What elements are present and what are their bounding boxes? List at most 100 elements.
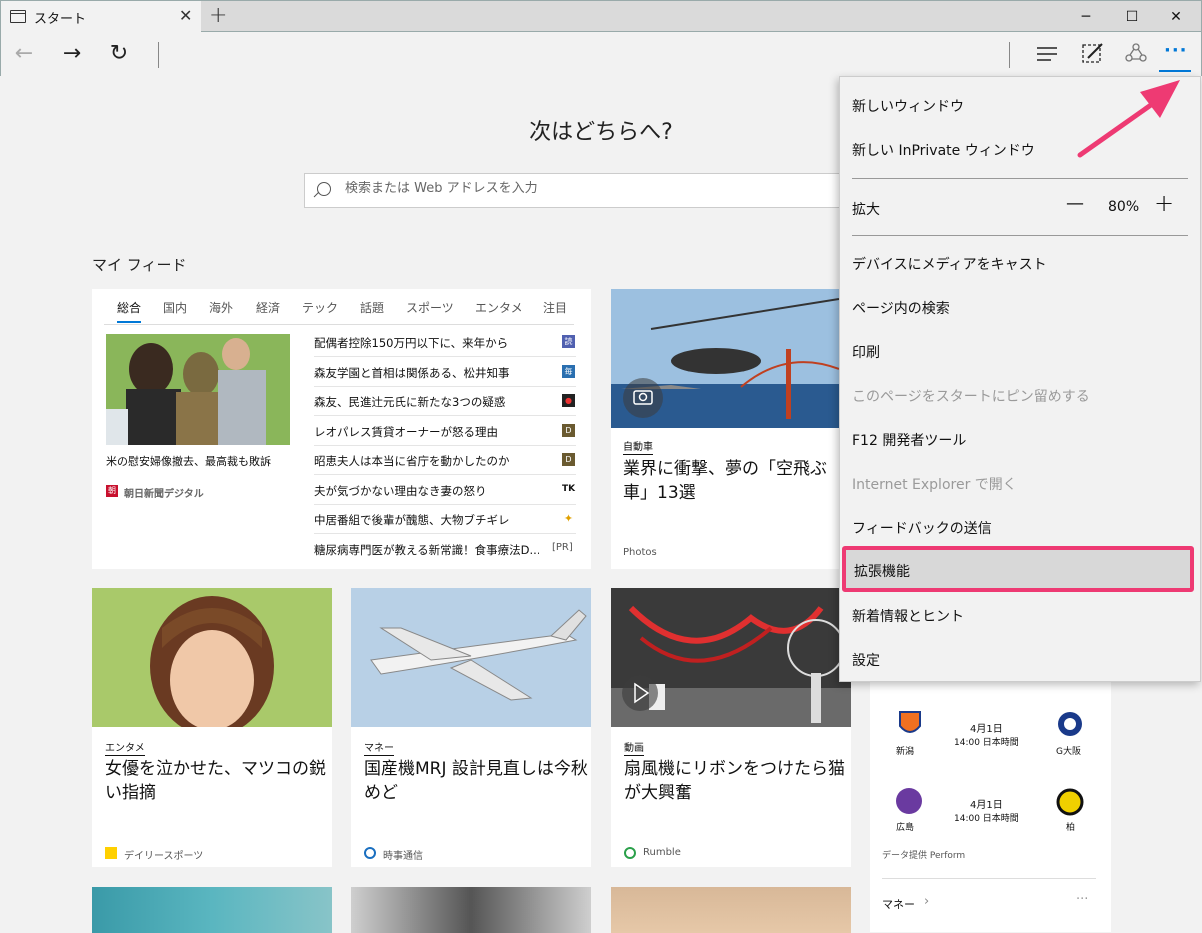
hiroshima-logo-icon	[896, 788, 922, 814]
divider	[314, 386, 576, 387]
source-badge: ✦	[562, 512, 575, 525]
separator	[158, 42, 159, 68]
feature-source: Photos	[623, 547, 657, 558]
close-window-button[interactable]: ✕	[1153, 1, 1199, 33]
niigata-logo-icon	[899, 711, 921, 733]
menu-feedback[interactable]: フィードバックの送信	[852, 518, 992, 538]
pr-badge: [PR]	[552, 542, 573, 553]
divider	[314, 474, 576, 475]
card-source: Rumble	[643, 847, 681, 858]
menu-cast[interactable]: デバイスにメディアをキャスト	[852, 254, 1047, 274]
page-icon	[10, 10, 26, 23]
menu-find[interactable]: ページ内の検索	[852, 298, 950, 318]
card-category: エンタメ	[105, 739, 145, 756]
headline-item[interactable]: 中居番組で後輩が醜態、大物ブチギレ	[314, 512, 544, 528]
kashiwa-logo-icon	[1056, 788, 1084, 816]
tab-domestic[interactable]: 国内	[163, 299, 187, 316]
lead-photo	[106, 334, 290, 445]
headline-item[interactable]: 森友学園と首相は関係ある、松井知事	[314, 365, 544, 381]
tab-title: スタート	[34, 12, 87, 27]
forward-button[interactable]: →	[55, 38, 89, 70]
away-team: 柏	[1066, 823, 1076, 833]
divider	[882, 878, 1096, 879]
match-time: 14:00 日本時間	[954, 738, 1019, 748]
tab-tech[interactable]: テック	[302, 299, 338, 316]
news-tabs: 総合 国内 海外 経済 テック 話題 スポーツ エンタメ 注目	[104, 299, 574, 325]
match-date: 4月1日	[970, 800, 1003, 811]
headline-item[interactable]: 糖尿病専門医が教える新常識！食事療法D...	[314, 542, 539, 558]
tab-close-icon[interactable]: ✕	[179, 6, 192, 25]
daily-sports-icon	[105, 847, 117, 859]
tab-sports[interactable]: スポーツ	[406, 299, 454, 316]
share-icon[interactable]	[1125, 42, 1147, 64]
maximize-button[interactable]: ☐	[1109, 1, 1155, 33]
menu-divider	[852, 178, 1188, 179]
headline-item[interactable]: 昭恵夫人は本当に省庁を動かしたのか	[314, 453, 544, 469]
news-card-video[interactable]: 動画 扇風機にリボンをつけたら猫が大興奮 Rumble	[611, 588, 851, 867]
card-title[interactable]: 国産機MRJ 設計見直しは今秋めど	[364, 757, 591, 805]
more-options-icon[interactable]: ···	[1076, 892, 1088, 907]
refresh-button[interactable]: ↻	[102, 38, 136, 70]
feature-image	[611, 289, 839, 428]
headline-item[interactable]: 配偶者控除150万円以下に、来年から	[314, 335, 544, 351]
new-tab-button[interactable]: +	[209, 3, 227, 28]
menu-settings[interactable]: 設定	[852, 650, 880, 670]
news-card-entertainment[interactable]: エンタメ 女優を泣かせた、マツコの鋭い指摘 デイリースポーツ	[92, 588, 332, 867]
hub-icon[interactable]	[1037, 46, 1057, 62]
menu-new-inprivate[interactable]: 新しい InPrivate ウィンドウ	[852, 140, 1035, 160]
news-card-partial[interactable]	[611, 887, 851, 933]
menu-whats-new[interactable]: 新着情報とヒント	[852, 606, 964, 626]
headline-item[interactable]: 夫が気づかない理由なき妻の怒り	[314, 483, 544, 499]
web-note-icon[interactable]	[1082, 42, 1104, 64]
chevron-right-icon: ›	[924, 894, 930, 909]
lead-story-source: 朝日新聞デジタル	[124, 489, 204, 500]
menu-pin: このページをスタートにピン留めする	[852, 389, 1090, 405]
search-box[interactable]	[304, 173, 864, 208]
lead-story-caption[interactable]: 米の慰安婦像撤去、最高裁も敗訴	[106, 453, 271, 469]
lead-story-image[interactable]	[106, 334, 290, 445]
money-section-link[interactable]: マネー	[882, 896, 915, 912]
search-input[interactable]	[345, 181, 845, 196]
back-button[interactable]: ←	[7, 38, 41, 70]
zoom-out-button[interactable]: —	[1066, 193, 1084, 214]
tab-featured[interactable]: 注目	[543, 299, 567, 316]
tab-entertainment[interactable]: エンタメ	[475, 299, 523, 316]
news-card-money[interactable]: マネー 国産機MRJ 設計見直しは今秋めど 時事通信	[351, 588, 591, 867]
source-badge: D	[562, 424, 575, 437]
headline-item[interactable]: レオパレス賃貸オーナーが怒る理由	[314, 424, 544, 440]
tab-start[interactable]: スタート ✕	[1, 1, 201, 33]
source-badge: 読	[562, 335, 575, 348]
news-card-partial[interactable]	[351, 887, 591, 933]
more-button[interactable]: ···	[1164, 40, 1188, 61]
menu-new-window[interactable]: 新しいウィンドウ	[852, 96, 964, 116]
zoom-in-button[interactable]: +	[1154, 189, 1174, 217]
tab-general[interactable]: 総合	[117, 299, 142, 323]
annotation-arrow	[1077, 80, 1180, 158]
feature-title[interactable]: 業界に衝撃、夢の「空飛ぶ車」13選	[623, 457, 833, 505]
divider	[314, 533, 576, 534]
menu-devtools[interactable]: F12 開発者ツール	[852, 430, 966, 450]
extensions-highlight[interactable]: 拡張機能	[842, 546, 1194, 592]
feature-card[interactable]: 自動車 業界に衝撃、夢の「空飛ぶ車」13選 Photos	[611, 289, 839, 569]
divider	[314, 356, 576, 357]
source-badge: TK	[562, 483, 576, 496]
menu-extensions[interactable]: 拡張機能	[854, 561, 910, 581]
asahi-logo-icon: 朝	[106, 485, 118, 497]
news-card-partial[interactable]	[92, 887, 332, 933]
menu-print[interactable]: 印刷	[852, 342, 880, 362]
minimize-button[interactable]: ─	[1063, 1, 1109, 33]
divider	[314, 504, 576, 505]
home-team: 広島	[896, 823, 915, 833]
tab-economy[interactable]: 経済	[256, 299, 280, 316]
tab-topics[interactable]: 話題	[360, 299, 384, 316]
menu-open-ie: Internet Explorer で開く	[852, 477, 1017, 493]
card-title[interactable]: 扇風機にリボンをつけたら猫が大興奮	[624, 757, 851, 805]
headline-item[interactable]: 森友、民進辻元氏に新たな3つの疑惑	[314, 394, 544, 410]
card-title[interactable]: 女優を泣かせた、マツコの鋭い指摘	[105, 757, 332, 805]
source-badge: ●	[562, 394, 575, 407]
feed-title: マイ フィード	[92, 256, 187, 274]
title-bar: スタート ✕ + ─ ☐ ✕	[0, 0, 1202, 33]
sports-card: 新潟 4月1日 14:00 日本時間 G大阪 広島 4月1日 14:00 日本時…	[870, 682, 1111, 932]
jiji-icon	[364, 847, 376, 859]
tab-world[interactable]: 海外	[209, 299, 233, 316]
